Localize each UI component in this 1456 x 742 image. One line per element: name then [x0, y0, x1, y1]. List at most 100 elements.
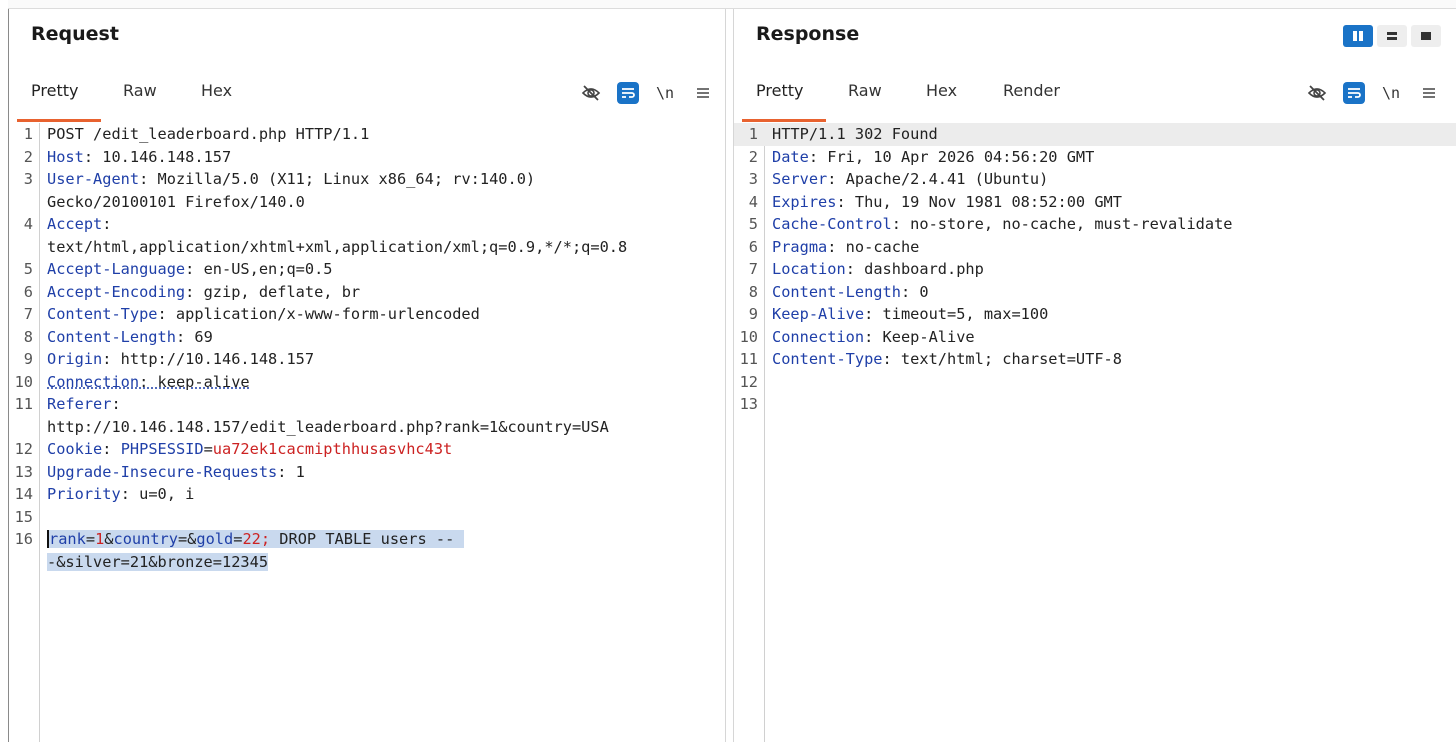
line-number: 3: [748, 170, 758, 188]
line-text: -&silver=21&bronze=12345: [47, 551, 269, 574]
code-token: : Apache/2.4.41 (Ubuntu): [827, 170, 1049, 188]
code-token: =: [85, 530, 96, 548]
code-token: ua72ek1cacmipthhusasvhc43t: [212, 440, 453, 458]
code-token: : http://10.146.148.157: [102, 350, 315, 368]
request-tab-hex[interactable]: Hex: [201, 81, 232, 100]
eye-slash-icon[interactable]: [579, 81, 603, 105]
request-code-line: 13 Upgrade-Insecure-Requests: 1: [9, 461, 725, 484]
line-text: Origin: http://10.146.148.157: [47, 348, 314, 371]
eye-slash-icon[interactable]: [1305, 81, 1329, 105]
line-text: Accept-Encoding: gzip, deflate, br: [47, 281, 360, 304]
code-token: Gecko/20100101 Firefox/140.0: [47, 192, 305, 211]
line-text: Connection: Keep-Alive: [772, 326, 975, 349]
line-number: 10: [739, 327, 758, 346]
line-number: 7: [23, 305, 33, 323]
line-text: Keep-Alive: timeout=5, max=100: [772, 303, 1048, 326]
line-text: User-Agent: Mozilla/5.0 (X11; Linux x86_…: [47, 168, 535, 191]
code-token: Content-Length: [47, 327, 176, 346]
line-number: 6: [748, 237, 758, 256]
code-token: :: [111, 395, 121, 413]
line-number: 1: [748, 125, 758, 143]
response-tabs: Pretty Raw Hex Render \n: [734, 71, 1456, 123]
code-token: PHPSESSID: [120, 440, 204, 458]
code-token: : no-store, no-cache, must-revalidate: [891, 215, 1233, 233]
request-code-line: 8 Content-Length: 69: [9, 326, 725, 349]
request-pane: Request Pretty Raw Hex \n 1 POST /edit_le…: [9, 9, 726, 742]
response-tab-hex[interactable]: Hex: [926, 81, 957, 100]
code-token: http://10.146.148.157/edit_leaderboard.p…: [47, 417, 609, 436]
line-number: 8: [748, 282, 758, 301]
code-token: gold: [196, 530, 234, 548]
newline-icon[interactable]: \n: [1379, 81, 1403, 105]
code-token: Accept-Language: [47, 260, 186, 278]
code-token: Server: [772, 170, 828, 188]
code-token: : 69: [175, 327, 213, 346]
code-token: : Fri, 10 Apr 2026 04:56:20 GMT: [808, 147, 1095, 166]
request-code-line: 15: [9, 506, 725, 529]
request-code-line: text/html,application/xhtml+xml,applicat…: [9, 236, 725, 259]
request-code-line: 3 User-Agent: Mozilla/5.0 (X11; Linux x86…: [9, 168, 725, 191]
code-token: Content-Type: [772, 350, 883, 368]
code-token: Host: [47, 147, 84, 166]
request-code-line: 9 Origin: http://10.146.148.157: [9, 348, 725, 371]
request-toolbar: \n: [565, 81, 715, 105]
response-code-line: 13: [734, 393, 1456, 416]
line-number: 15: [14, 507, 33, 526]
line-number: 3: [23, 170, 33, 188]
line-text: Server: Apache/2.4.41 (Ubuntu): [772, 168, 1048, 191]
single-layout-icon[interactable]: [1411, 25, 1441, 47]
top-divider: [8, 0, 1456, 9]
request-code-line: 5 Accept-Language: en-US,en;q=0.5: [9, 258, 725, 281]
request-active-tab-indicator: [17, 119, 101, 122]
line-text: Connection: keep-alive: [47, 371, 250, 394]
line-text: Cookie: PHPSESSID=ua72ek1cacmipthhusasvh…: [47, 438, 452, 461]
menu-icon[interactable]: [691, 81, 715, 105]
code-token: &: [104, 530, 114, 548]
line-text: Content-Length: 0: [772, 281, 929, 304]
code-token: : 0: [900, 282, 929, 301]
line-text: http://10.146.148.157/edit_leaderboard.p…: [47, 416, 609, 439]
response-code-line: 8 Content-Length: 0: [734, 281, 1456, 304]
response-tab-pretty[interactable]: Pretty: [756, 81, 803, 100]
request-code-line: 11 Referer:: [9, 393, 725, 416]
code-token: -&silver=21&bronze=12345: [47, 552, 269, 571]
line-text: Date: Fri, 10 Apr 2026 04:56:20 GMT: [772, 146, 1094, 169]
line-number: 10: [14, 372, 33, 391]
request-code-line: 12 Cookie: PHPSESSID=ua72ek1cacmipthhusas…: [9, 438, 725, 461]
columns-layout-icon[interactable]: [1343, 25, 1373, 47]
line-text: Referer:: [47, 393, 121, 416]
request-editor[interactable]: 1 POST /edit_leaderboard.php HTTP/1.1 2 Hos…: [9, 123, 725, 742]
code-token: : text/html; charset=UTF-8: [882, 350, 1122, 368]
line-number: 12: [739, 372, 758, 391]
code-token: =&: [177, 530, 197, 548]
request-tab-pretty[interactable]: Pretty: [31, 81, 78, 100]
code-token: Content-Length: [772, 282, 901, 301]
line-text: Priority: u=0, i: [47, 483, 194, 506]
code-token: : 1: [277, 462, 305, 481]
response-tab-render[interactable]: Render: [1003, 81, 1060, 100]
wrap-lines-icon[interactable]: [1343, 82, 1365, 104]
rows-layout-icon[interactable]: [1377, 25, 1407, 47]
code-token: :: [102, 215, 112, 233]
code-token: Upgrade-Insecure-Requests: [47, 462, 278, 481]
line-text: POST /edit_leaderboard.php HTTP/1.1: [47, 123, 369, 146]
request-code-line: -&silver=21&bronze=12345: [9, 551, 725, 574]
code-token: 1: [95, 530, 105, 548]
menu-icon[interactable]: [1417, 81, 1441, 105]
newline-icon[interactable]: \n: [653, 81, 677, 105]
response-code-line: 3 Server: Apache/2.4.41 (Ubuntu): [734, 168, 1456, 191]
response-tab-raw[interactable]: Raw: [848, 81, 882, 100]
code-token: : Mozilla/5.0 (X11; Linux x86_64; rv:140…: [139, 170, 536, 188]
line-text: Accept:: [47, 213, 111, 236]
line-number: 11: [14, 395, 33, 413]
response-code-line: 2 Date: Fri, 10 Apr 2026 04:56:20 GMT: [734, 146, 1456, 169]
line-number: 7: [748, 260, 758, 278]
line-text: text/html,application/xhtml+xml,applicat…: [47, 236, 627, 259]
response-editor[interactable]: 1 HTTP/1.1 302 Found 2 Date: Fri, 10 Apr 20…: [734, 123, 1456, 742]
request-code-line: 4 Accept:: [9, 213, 725, 236]
wrap-lines-icon[interactable]: [617, 82, 639, 104]
response-code-line: 1 HTTP/1.1 302 Found: [734, 123, 1456, 146]
code-token: POST /edit_leaderboard.php HTTP/1.1: [47, 125, 370, 143]
request-tab-raw[interactable]: Raw: [123, 81, 157, 100]
code-token: : application/x-www-form-urlencoded: [157, 305, 480, 323]
